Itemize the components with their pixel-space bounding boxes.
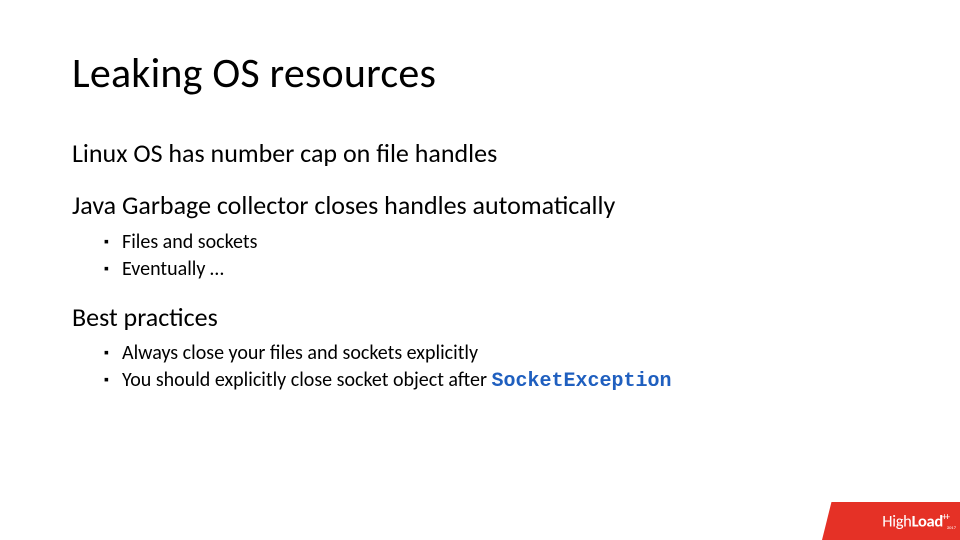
section-heading: Best practices (72, 301, 888, 335)
bullet-text: Always close your files and sockets expl… (122, 341, 478, 365)
list-item: Always close your files and sockets expl… (104, 340, 888, 367)
slide-title: Leaking OS resources (72, 48, 888, 99)
logo-year: 2017 (947, 526, 956, 531)
logo-text-bold: Load (912, 511, 943, 531)
code-inline: SocketException (491, 370, 671, 393)
bullet-text: Files and sockets (122, 230, 257, 254)
list-item: Eventually … (104, 256, 888, 283)
bullet-text: You should explicitly close socket objec… (122, 368, 491, 392)
logo-plus: ++ (942, 510, 948, 523)
list-item: Files and sockets (104, 229, 888, 256)
logo-shape: HighLoad++ 2017 (822, 502, 960, 540)
logo-text: HighLoad++ (882, 510, 948, 532)
bullet-list: Always close your files and sockets expl… (72, 340, 888, 395)
bullet-text: Eventually … (122, 257, 224, 281)
highload-logo: HighLoad++ 2017 (822, 502, 960, 540)
logo-text-light: High (882, 511, 911, 531)
bullet-list: Files and sockets Eventually … (72, 229, 888, 283)
list-item: You should explicitly close socket objec… (104, 367, 888, 395)
section-heading: Java Garbage collector closes handles au… (72, 189, 888, 223)
section-heading: Linux OS has number cap on file handles (72, 137, 888, 171)
slide-content: Leaking OS resources Linux OS has number… (0, 0, 960, 395)
